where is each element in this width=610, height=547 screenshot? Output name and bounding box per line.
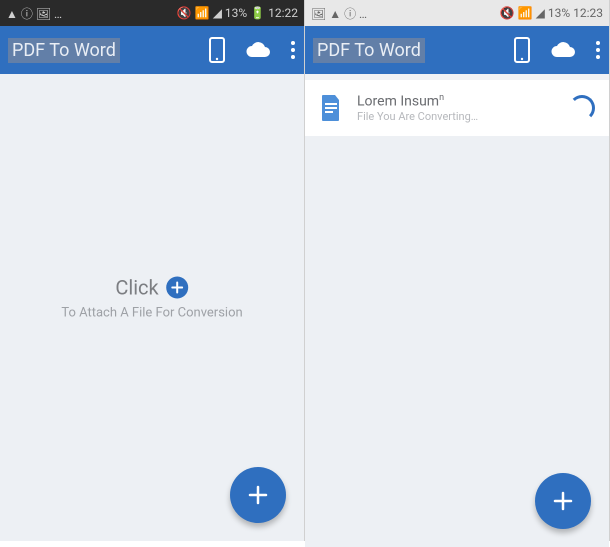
app-bar: PDF To Word bbox=[0, 26, 304, 74]
plus-badge-icon[interactable] bbox=[167, 277, 189, 299]
phone-icon[interactable] bbox=[513, 37, 531, 63]
status-left: ▲ ⓘ 🖼 … bbox=[6, 5, 62, 22]
fab-add-button[interactable] bbox=[230, 467, 286, 523]
more-icon[interactable] bbox=[290, 40, 296, 60]
app-title: PDF To Word bbox=[8, 38, 120, 63]
cloud-icon[interactable] bbox=[244, 41, 272, 59]
status-right: 🔇 📶 ◢ 13% 🔋 12:22 bbox=[177, 6, 298, 20]
click-text: Click bbox=[115, 276, 158, 300]
status-left-icons: ▲ ⓘ 🖼 … bbox=[6, 5, 62, 22]
file-title-text: Lorem Insum bbox=[357, 94, 439, 110]
document-icon bbox=[319, 94, 343, 122]
status-bar: 🖼 ▲ ⓘ … 🔇 📶 ◢ 13% 12:23 bbox=[305, 0, 609, 26]
loading-spinner-icon bbox=[569, 95, 595, 121]
cloud-icon[interactable] bbox=[549, 41, 577, 59]
more-icon[interactable] bbox=[595, 40, 601, 60]
phone-icon[interactable] bbox=[208, 37, 226, 63]
file-list-item[interactable]: Lorem Insumn File You Are Converting… bbox=[305, 80, 609, 136]
file-item-texts: Lorem Insumn File You Are Converting… bbox=[357, 93, 555, 123]
app-title: PDF To Word bbox=[313, 38, 425, 63]
status-left-icons: 🖼 ▲ ⓘ … bbox=[311, 5, 367, 22]
file-item-title: Lorem Insumn bbox=[357, 93, 555, 110]
status-bar: ▲ ⓘ 🖼 … 🔇 📶 ◢ 13% 🔋 12:22 bbox=[0, 0, 304, 26]
content-area: Lorem Insumn File You Are Converting… bbox=[305, 80, 609, 547]
app-bar-actions bbox=[513, 37, 601, 63]
status-right: 🔇 📶 ◢ 13% 12:23 bbox=[500, 6, 603, 20]
empty-state-prompt: Click To Attach A File For Conversion bbox=[15, 276, 289, 321]
screen-right: 🖼 ▲ ⓘ … 🔇 📶 ◢ 13% 12:23 PDF To Word bbox=[305, 0, 610, 541]
screen-left: ▲ ⓘ 🖼 … 🔇 📶 ◢ 13% 🔋 12:22 PDF To Word Cl… bbox=[0, 0, 305, 541]
status-left: 🖼 ▲ ⓘ … bbox=[311, 5, 367, 22]
prompt-subtitle: To Attach A File For Conversion bbox=[15, 306, 289, 321]
app-bar-actions bbox=[208, 37, 296, 63]
click-line: Click bbox=[15, 276, 289, 300]
file-title-sup: n bbox=[439, 93, 444, 103]
app-bar: PDF To Word bbox=[305, 26, 609, 74]
status-right-cluster: 🔇 📶 ◢ 13% 12:23 bbox=[500, 6, 603, 20]
content-area: Click To Attach A File For Conversion bbox=[0, 74, 304, 541]
file-item-subtitle: File You Are Converting… bbox=[357, 110, 555, 123]
fab-add-button[interactable] bbox=[535, 473, 591, 529]
status-right-cluster: 🔇 📶 ◢ 13% 🔋 12:22 bbox=[177, 6, 298, 20]
